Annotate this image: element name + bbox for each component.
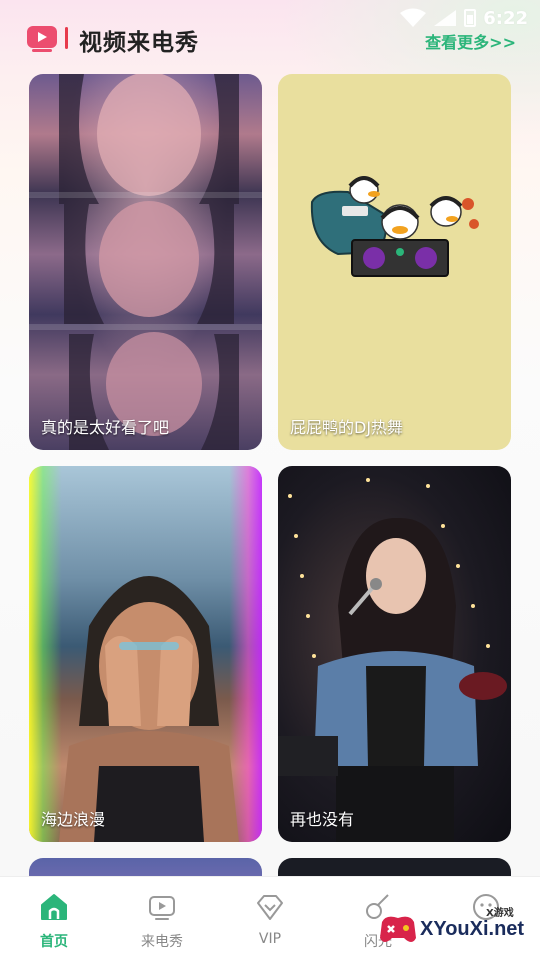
- page-title: 视频来电秀: [79, 30, 199, 56]
- woman-hands-face-thumbnail: [59, 576, 239, 842]
- watermark-small: X游戏: [486, 908, 514, 919]
- nav-vip-label: VIP: [258, 931, 282, 947]
- view-more-link[interactable]: 查看更多>>: [425, 29, 516, 53]
- card-label: 再也没有: [290, 810, 355, 829]
- nav-call-show[interactable]: 来电秀: [108, 877, 216, 960]
- video-card-3[interactable]: 海边浪漫: [29, 466, 262, 842]
- card-label: 海边浪漫: [41, 810, 106, 829]
- section-header: 视频来电秀 查看更多>>: [0, 20, 540, 60]
- gamepad-logo-icon: [380, 916, 416, 942]
- tv-icon: [149, 896, 175, 920]
- video-card-1[interactable]: 真的是太好看了吧: [29, 74, 262, 450]
- card-label: 真的是太好看了吧: [41, 418, 170, 437]
- portrait-thumbnail: [29, 74, 262, 450]
- nav-call-show-label: 来电秀: [141, 934, 183, 950]
- video-logo-icon: [27, 26, 57, 52]
- nav-home[interactable]: 首页: [0, 877, 108, 960]
- watermark: X游戏 XYouXi.net: [376, 900, 536, 956]
- nav-vip[interactable]: VIP: [216, 877, 324, 960]
- watermark-text: XYouXi.net: [420, 918, 525, 940]
- app-root: 6:22 视频来电秀 查看更多>> 真的是太好看了吧 屁屁鸭的DJ热舞 海边浪漫…: [0, 0, 540, 960]
- duck-dj-illustration: [310, 176, 479, 277]
- video-card-4[interactable]: 再也没有: [278, 466, 511, 842]
- header-divider: [65, 27, 68, 49]
- video-card-2[interactable]: 屁屁鸭的DJ热舞: [278, 74, 511, 450]
- home-icon: [41, 894, 67, 920]
- singer-stage-thumbnail: [278, 478, 507, 842]
- nav-home-label: 首页: [40, 934, 68, 950]
- vip-diamond-icon: [257, 895, 283, 920]
- card-label: 屁屁鸭的DJ热舞: [290, 418, 404, 437]
